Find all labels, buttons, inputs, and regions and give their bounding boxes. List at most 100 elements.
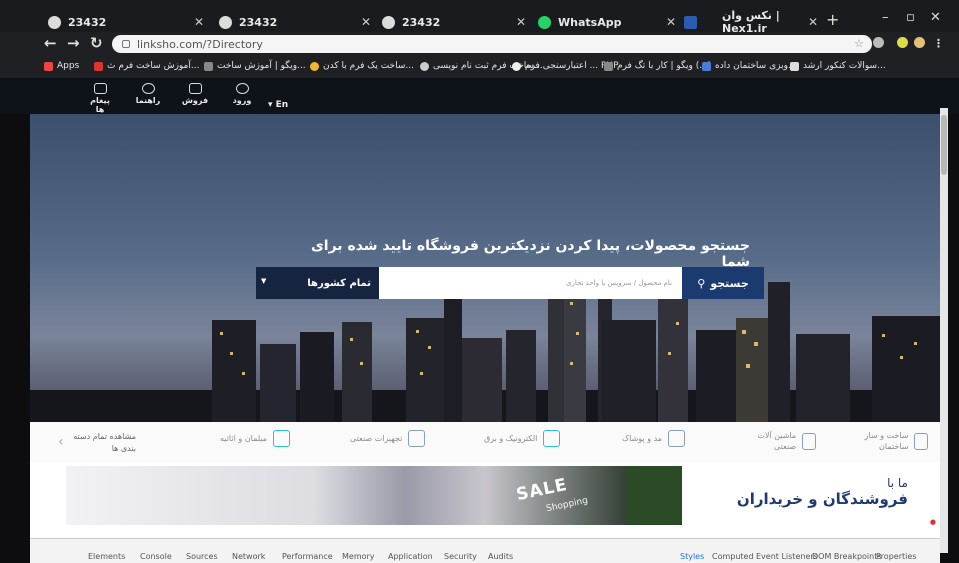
bookmark-item[interactable]: آموزش ساخت فرم ث... bbox=[90, 61, 199, 71]
bookmark-item[interactable]: وبزی ساختمان داده... bbox=[698, 61, 797, 71]
site-icon bbox=[512, 61, 521, 71]
tab-title: 23432 bbox=[402, 15, 441, 29]
browser-tab-strip: 23432 ✕ 23432 ✕ 23432 ✕ WhatsApp ✕ نکس و… bbox=[0, 0, 959, 36]
bookmarks-bar: Apps آموزش ساخت فرم ث... ویگو | آموزش سا… bbox=[0, 56, 959, 78]
promo-image[interactable]: SALE Shopping bbox=[66, 466, 682, 525]
whatsapp-icon bbox=[538, 15, 551, 29]
bookmark-item[interactable]: ساخت یک فرم با کدن... bbox=[306, 61, 414, 71]
search-icon: ⚲ bbox=[697, 276, 706, 290]
bookmark-star-icon[interactable]: ☆ bbox=[854, 37, 864, 50]
shop-icon bbox=[188, 83, 202, 94]
bookmark-apps[interactable]: Apps bbox=[44, 61, 79, 71]
shirt-icon bbox=[668, 430, 686, 447]
devtools-tab[interactable]: Application bbox=[388, 552, 433, 561]
close-icon[interactable]: ✕ bbox=[666, 15, 676, 29]
url-text: linksho.com/?Directory bbox=[137, 37, 263, 51]
category-item[interactable]: ماشین آلات صنعتی bbox=[746, 430, 816, 452]
extension-icon[interactable] bbox=[897, 37, 908, 48]
devtools-tab[interactable]: Elements bbox=[88, 552, 125, 561]
search-button[interactable]: ⚲ جستجو bbox=[682, 267, 764, 299]
bookmark-label: سوالات کنکور ارشد... bbox=[803, 61, 886, 71]
close-icon[interactable]: ✕ bbox=[194, 15, 204, 29]
site-header: پیغام ها راهنما فروش ورود bbox=[0, 78, 959, 114]
messages-link[interactable]: پیغام ها bbox=[86, 83, 114, 114]
country-select[interactable]: ▼ تمام کشورها bbox=[256, 267, 379, 299]
avatar[interactable] bbox=[914, 37, 925, 48]
devtools-tab[interactable]: Console bbox=[140, 552, 172, 561]
devtools-side-tab[interactable]: DOM Breakpoints bbox=[812, 552, 882, 561]
language-label: En bbox=[275, 100, 289, 110]
category-item[interactable]: الکترونیک و برق bbox=[484, 430, 561, 447]
nav-label: راهنما bbox=[135, 96, 161, 105]
devtools-side-tab[interactable]: Properties bbox=[876, 552, 916, 561]
minimize-icon[interactable]: – bbox=[882, 10, 889, 25]
globe-icon bbox=[382, 15, 395, 29]
close-icon[interactable]: ✕ bbox=[808, 15, 818, 29]
site-icon bbox=[94, 61, 103, 71]
category-item[interactable]: مد و پوشاک bbox=[622, 430, 686, 447]
close-icon[interactable]: ✕ bbox=[361, 15, 371, 29]
lock-icon bbox=[122, 40, 130, 48]
category-label: الکترونیک و برق bbox=[484, 434, 538, 443]
browser-toolbar: ← → ↻ linksho.com/?Directory ☆ ⋮ bbox=[0, 32, 959, 56]
sofa-icon bbox=[273, 430, 291, 447]
tagline: ما با فروشندگان و خریداران bbox=[730, 476, 908, 508]
bookmark-label: آموزش ساخت فرم ث... bbox=[107, 61, 200, 71]
app-icon bbox=[684, 15, 697, 29]
category-item[interactable]: تجهیزات صنعتی bbox=[350, 430, 426, 447]
login-link[interactable]: ورود bbox=[229, 83, 255, 105]
reload-icon[interactable]: ↻ bbox=[90, 34, 103, 52]
address-bar[interactable]: linksho.com/?Directory bbox=[112, 35, 872, 53]
devtools-tab[interactable]: Security bbox=[444, 552, 477, 561]
shopping-text: Shopping bbox=[545, 495, 589, 515]
sell-link[interactable]: فروش bbox=[180, 83, 210, 105]
scrollbar-thumb[interactable] bbox=[941, 115, 947, 175]
category-item[interactable]: ساخت و ساز ساختمان bbox=[850, 430, 928, 452]
language-switch[interactable]: ▾ En bbox=[268, 100, 288, 110]
chat-icon bbox=[93, 83, 107, 94]
new-tab-button[interactable]: + bbox=[826, 10, 839, 29]
view-all-categories-link[interactable]: مشاهده تمام دسته بندی ها bbox=[72, 431, 136, 455]
devtools-tab[interactable]: Performance bbox=[282, 552, 333, 561]
site-icon bbox=[702, 61, 711, 71]
category-label: مد و پوشاک bbox=[622, 434, 663, 443]
promo-banner: SALE Shopping ما با فروشندگان و خریداران… bbox=[30, 462, 940, 539]
globe-icon bbox=[219, 15, 232, 29]
help-icon bbox=[141, 83, 155, 94]
bookmark-label: Apps bbox=[57, 61, 80, 71]
search-placeholder: نام محصول / سرویس یا واحد تجاری bbox=[565, 279, 672, 287]
menu-icon[interactable]: ⋮ bbox=[933, 37, 944, 50]
guide-link[interactable]: راهنما bbox=[134, 83, 162, 105]
devtools-side-tab[interactable]: Styles bbox=[680, 552, 704, 561]
devtools-tab[interactable]: Sources bbox=[186, 552, 218, 561]
back-icon[interactable]: ← bbox=[44, 34, 57, 52]
site-icon bbox=[204, 61, 213, 71]
devtools-side-tab[interactable]: Event Listeners bbox=[756, 552, 818, 561]
error-count-badge[interactable]: ● bbox=[930, 518, 936, 526]
nav-label: ورود bbox=[232, 96, 252, 105]
bookmark-item[interactable]: ویگو | آموزش ساخت... bbox=[200, 61, 306, 71]
forward-icon[interactable]: → bbox=[67, 34, 80, 52]
nav-label: فروش bbox=[181, 96, 209, 105]
tagline-line-1: ما با bbox=[887, 476, 908, 490]
search-bar: ▼ تمام کشورها نام محصول / سرویس یا واحد … bbox=[256, 267, 764, 299]
close-window-icon[interactable]: ✕ bbox=[930, 10, 941, 25]
search-input[interactable]: نام محصول / سرویس یا واحد تجاری bbox=[379, 267, 682, 299]
apps-grid-icon bbox=[44, 61, 53, 71]
user-icon bbox=[235, 83, 249, 94]
devtools-panel: Elements Console Sources Network Perform… bbox=[30, 538, 940, 563]
bookmark-item[interactable]: سوالات کنکور ارشد... bbox=[786, 61, 886, 71]
devtools-side-tab[interactable]: Computed bbox=[712, 552, 754, 561]
devtools-tab[interactable]: Network bbox=[232, 552, 265, 561]
bookmark-item[interactable]: ویگو | کار با تگ فرم (...) bbox=[600, 61, 711, 71]
maximize-icon[interactable]: ▫ bbox=[906, 10, 915, 25]
devtools-tab[interactable]: Audits bbox=[488, 552, 513, 561]
chevron-left-icon[interactable]: ‹ bbox=[58, 434, 64, 450]
close-icon[interactable]: ✕ bbox=[516, 15, 526, 29]
category-item[interactable]: مبلمان و اثاثیه bbox=[220, 430, 291, 447]
bookmark-label: ویگو | آموزش ساخت... bbox=[217, 61, 306, 71]
extension-icon[interactable] bbox=[873, 37, 884, 48]
devtools-tab[interactable]: Memory bbox=[342, 552, 375, 561]
bookmark-label: ساخت یک فرم با کدن... bbox=[323, 61, 414, 71]
bookmark-label: وبزی ساختمان داده... bbox=[715, 61, 797, 71]
